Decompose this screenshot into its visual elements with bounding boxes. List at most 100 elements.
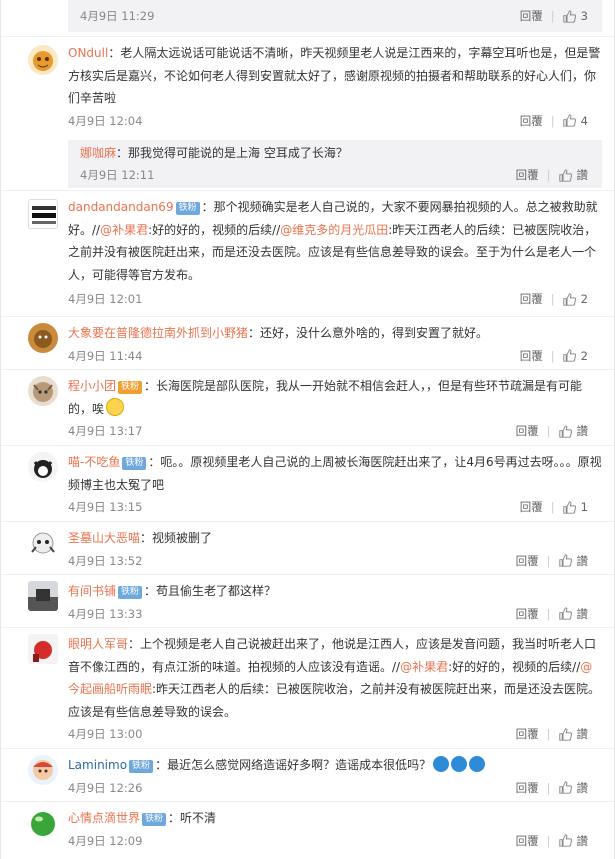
username[interactable]: 喵-不吃鱼 <box>68 455 120 469</box>
comment-text: ：听不清 <box>168 811 217 825</box>
reply-button[interactable]: 回覆 <box>516 420 539 442</box>
mention-link[interactable]: @补果君 <box>400 660 448 674</box>
like-count: 2 <box>580 292 588 306</box>
avatar[interactable] <box>28 376 58 406</box>
list-item: 心情点滴世界 铁粉 ：听不清 4月9日 12:09 回覆 | 讚 <box>1 802 614 855</box>
avatar[interactable] <box>28 199 58 229</box>
list-item: 圣墓山大恶喵：视频被删了 4月9日 13:52 回覆 | 讚 <box>1 522 614 575</box>
like-button[interactable]: 讚 <box>558 830 589 852</box>
username[interactable]: 有间书铺 <box>68 584 116 598</box>
thumbs-up-icon <box>562 349 576 362</box>
fan-badge: 铁粉 <box>129 760 154 773</box>
fan-badge: 铁粉 <box>118 586 143 599</box>
comment-time: 4月9日 13:00 <box>68 727 143 741</box>
username[interactable]: 心情点滴世界 <box>68 811 140 825</box>
mention-link[interactable]: @补果君 <box>100 223 148 237</box>
username[interactable]: 大象要在普隆德拉南外抓到小野猪 <box>68 326 248 340</box>
username[interactable]: 圣墓山大恶喵 <box>68 531 140 545</box>
comment-text: ：老人隔太远说话可能说话不清晰，昨天视频里老人说是江西来的，字幕空耳听也是，但是… <box>68 46 601 105</box>
avatar[interactable] <box>28 452 58 482</box>
reply-button[interactable]: 回覆 <box>520 288 543 310</box>
like-label: 讚 <box>576 606 589 621</box>
fan-badge: 铁粉 <box>118 381 143 394</box>
like-count: 1 <box>580 500 588 514</box>
mention-link[interactable]: @维克多的月光瓜田 <box>280 223 388 237</box>
like-button[interactable]: 讚 <box>558 420 588 442</box>
list-item: 大象要在普隆德拉南外抓到小野猪：还好，没什么意外啥的，得到安置了就好。 4月9日… <box>1 317 614 370</box>
list-item: 眼明人军哥：上个视频是老人自己说被赶出来了，他说是江西人，应该是发音问题，我当时… <box>1 628 614 749</box>
username[interactable]: 程小小团 <box>68 379 116 393</box>
comment-text: ：还好，没什么意外啥的，得到安置了就好。 <box>248 326 489 340</box>
thumbs-up-icon <box>562 114 576 127</box>
username[interactable]: dandandandan69 <box>68 200 174 214</box>
comment-text: :好的好的，视频的后续// <box>148 222 281 237</box>
reply-box: 4月9日 11:29 回覆 | 3 <box>68 0 602 32</box>
reply-button[interactable]: 回覆 <box>516 603 539 625</box>
reply-button[interactable]: 回覆 <box>520 345 543 367</box>
like-count: 2 <box>580 348 588 363</box>
username[interactable]: 眼明人军哥 <box>68 637 128 651</box>
like-label: 讚 <box>576 553 589 568</box>
like-button[interactable]: 1 <box>562 496 588 518</box>
smile-emoji-icon <box>106 397 125 416</box>
comment-time: 4月9日 12:04 <box>68 113 143 128</box>
thumbs-up-icon <box>558 727 572 741</box>
doraemon-emoji-icon <box>451 756 468 772</box>
comment-time: 4月9日 13:15 <box>68 500 143 514</box>
comment-time: 4月9日 12:26 <box>68 780 143 795</box>
reply-button[interactable]: 回覆 <box>520 5 543 27</box>
like-button[interactable]: 讚 <box>558 550 589 572</box>
like-button[interactable]: 讚 <box>558 723 589 745</box>
avatar[interactable] <box>28 528 58 558</box>
avatar[interactable] <box>28 634 58 664</box>
thumbs-up-icon <box>558 781 572 794</box>
list-item: ONdull：老人隔太远说话可能说话不清晰，昨天视频里老人说是江西来的，字幕空耳… <box>1 37 614 191</box>
comment-list: 4月9日 11:29 回覆 | 3 ONdull：老人隔太远说话可能说话不清晰，… <box>0 0 615 859</box>
comment-time: 4月9日 12:01 <box>68 292 143 306</box>
thumbs-up-icon <box>562 500 576 514</box>
like-label: 讚 <box>576 833 589 848</box>
comment-time: 4月9日 12:09 <box>68 833 143 848</box>
username[interactable]: Laminimo <box>68 758 127 772</box>
list-item: 有间书铺 铁粉 ：苟且偷生老了都这样？ 4月9日 13:33 回覆 | 讚 <box>1 575 614 628</box>
like-button[interactable]: 讚 <box>558 777 589 799</box>
comment-time: 4月9日 11:44 <box>68 348 143 363</box>
comment-text: ：视频被删了 <box>140 531 213 545</box>
like-label: 讚 <box>576 780 589 795</box>
like-button[interactable]: 3 <box>562 5 588 27</box>
thumbs-up-icon <box>558 607 572 620</box>
doraemon-emoji-icon <box>469 756 486 772</box>
reply-button[interactable]: 回覆 <box>516 723 539 745</box>
list-item: Laminimo 铁粉 ：最近怎么感觉网络造谣好多啊？造谣成本很低吗？ 4月9日 1… <box>1 749 614 802</box>
avatar[interactable] <box>28 808 58 838</box>
like-button[interactable]: 2 <box>562 288 588 310</box>
like-button[interactable]: 2 <box>562 345 588 367</box>
username[interactable]: 娜咖麻 <box>80 146 116 160</box>
like-button[interactable]: 讚 <box>558 603 589 625</box>
thumbs-up-icon <box>558 834 572 847</box>
comment-time: 4月9日 13:33 <box>68 606 143 621</box>
avatar[interactable] <box>28 45 58 75</box>
username[interactable]: ONdull <box>68 46 108 60</box>
like-label: 讚 <box>576 727 589 741</box>
reply-button[interactable]: 回覆 <box>516 164 539 186</box>
comment-time: 4月9日 12:11 <box>80 168 155 182</box>
avatar[interactable] <box>28 755 58 785</box>
comment-text: :好的好的，视频的后续// <box>448 659 581 674</box>
like-button[interactable]: 4 <box>562 110 588 132</box>
avatar[interactable] <box>28 323 58 353</box>
comment-time: 4月9日 13:17 <box>68 424 143 438</box>
like-label: 讚 <box>576 168 589 182</box>
list-item: 4月9日 11:29 回覆 | 3 <box>1 0 614 37</box>
avatar[interactable] <box>28 581 58 611</box>
like-count: 3 <box>580 9 588 23</box>
comment-text: ：苟且偷生老了都这样？ <box>144 584 277 598</box>
reply-button[interactable]: 回覆 <box>516 777 539 799</box>
like-count: 4 <box>580 113 588 128</box>
reply-button[interactable]: 回覆 <box>520 496 543 518</box>
comment-time: 4月9日 11:29 <box>80 9 155 23</box>
like-button[interactable]: 讚 <box>558 164 589 186</box>
reply-button[interactable]: 回覆 <box>516 830 539 852</box>
reply-button[interactable]: 回覆 <box>520 110 543 132</box>
reply-button[interactable]: 回覆 <box>516 550 539 572</box>
